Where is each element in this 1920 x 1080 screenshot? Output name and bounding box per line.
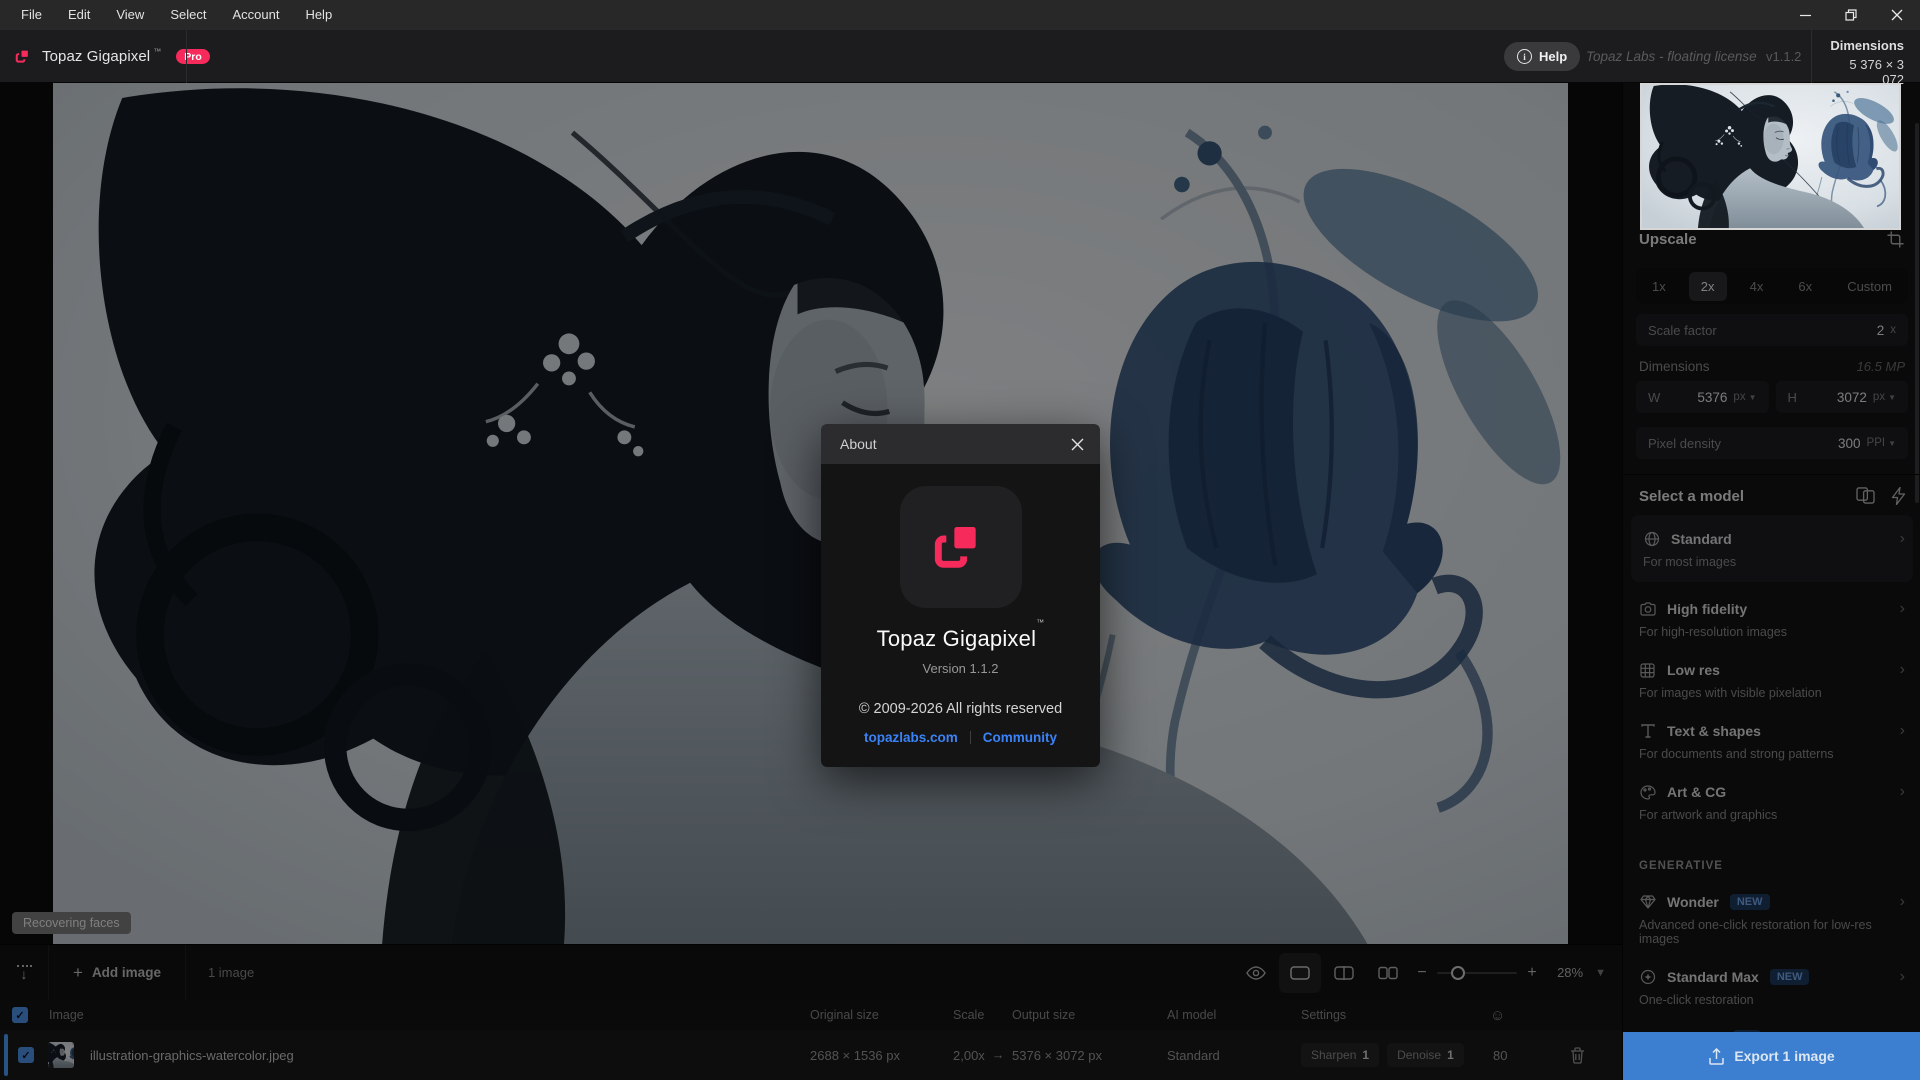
trademark: ™ [153,47,161,56]
menu-edit[interactable]: Edit [55,0,103,30]
brand: Topaz Gigapixel™ Pro [14,30,210,83]
dimensions-label: Dimensions [1828,38,1904,53]
app-header: Topaz Gigapixel™ Pro i Help Topaz Labs -… [0,30,1920,83]
about-dialog: About Topaz Gigapixel™ Version 1.1.2 © 2… [821,424,1100,767]
topaz-logo-icon [929,515,993,579]
header-divider [186,30,187,83]
info-icon: i [1517,49,1532,64]
topazlabs-link[interactable]: topazlabs.com [864,730,958,745]
about-dialog-header: About [821,424,1100,464]
menu-view[interactable]: View [103,0,157,30]
header-divider-2 [1811,30,1812,83]
menu-bar: File Edit View Select Account Help [0,0,345,30]
restore-icon[interactable] [1828,0,1874,30]
version-text: v1.1.2 [1766,30,1801,83]
export-icon [1709,1048,1724,1065]
export-label: Export 1 image [1734,1048,1834,1064]
app-title: Topaz Gigapixel [42,48,150,65]
topaz-logo-icon [14,47,33,66]
window-controls [1782,0,1920,30]
link-divider [970,731,971,744]
navigator-thumbnail[interactable] [1640,83,1901,230]
dimensions-value: 5 376 × 3 072 [1828,57,1904,87]
menu-file[interactable]: File [8,0,55,30]
titlebar: File Edit View Select Account Help [0,0,1920,30]
close-icon[interactable] [1874,0,1920,30]
app-icon-tile [900,486,1022,608]
app-window: File Edit View Select Account Help Top [0,0,1920,1080]
about-dialog-title: About [840,436,877,452]
dimensions-readout: Dimensions 5 376 × 3 072 [1828,38,1904,87]
pro-badge: Pro [176,49,210,65]
export-button[interactable]: Export 1 image [1623,1032,1920,1080]
menu-select[interactable]: Select [157,0,219,30]
menu-account[interactable]: Account [219,0,292,30]
dialog-version: Version 1.1.2 [821,661,1100,676]
help-button[interactable]: i Help [1504,42,1580,71]
minimize-icon[interactable] [1782,0,1828,30]
trademark: ™ [1036,618,1044,627]
community-link[interactable]: Community [983,730,1057,745]
dialog-copyright: © 2009-2026 All rights reserved [821,701,1100,717]
menu-help[interactable]: Help [292,0,345,30]
license-text: Topaz Labs - floating license [1586,30,1757,83]
about-dialog-body: Topaz Gigapixel™ Version 1.1.2 © 2009-20… [821,464,1100,767]
main-area: Recovering faces ↓ + Add image 1 image [0,83,1920,1080]
help-label: Help [1539,49,1567,64]
dialog-app-name: Topaz Gigapixel™ [821,626,1100,652]
dialog-close-button[interactable] [1071,438,1084,451]
